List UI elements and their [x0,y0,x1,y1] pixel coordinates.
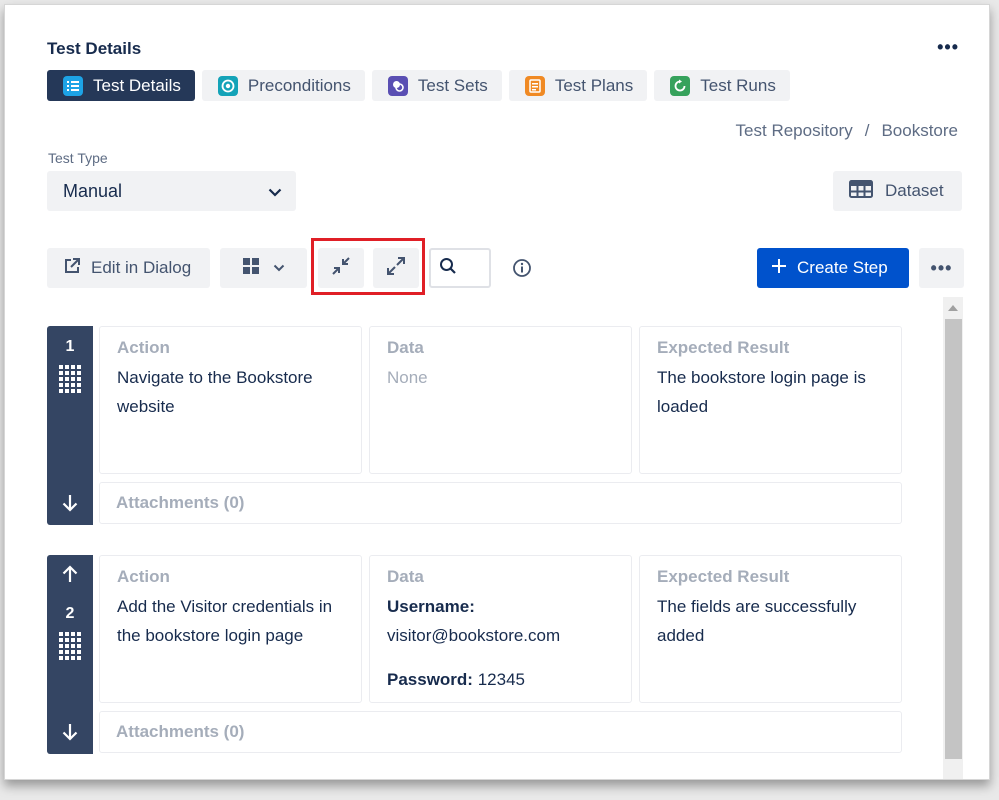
create-step-button[interactable]: Create Step [757,248,909,288]
data-cell[interactable]: Data Username: visitor@bookstore.com Pas… [369,555,632,703]
vertical-scrollbar[interactable] [943,297,963,779]
data-text: None [387,368,428,387]
breadcrumb-root[interactable]: Test Repository [736,121,853,141]
grid-view-icon [242,257,259,279]
username-label: Username: [387,597,475,616]
move-down-arrow-icon[interactable] [47,723,93,741]
expected-result-text: The bookstore login page is loaded [657,368,866,416]
attachments-section[interactable]: Attachments (0) [99,482,902,524]
expected-result-cell[interactable]: Expected Result The fields are successfu… [639,555,902,703]
step-number: 2 [65,605,75,622]
panel-more-icon[interactable]: ••• [937,37,959,58]
scroll-up-arrow-icon[interactable] [943,297,963,319]
data-cell[interactable]: Data None [369,326,632,474]
collapse-icon [331,256,351,281]
breadcrumb: Test Repository / Bookstore [736,121,958,141]
dataset-button[interactable]: Dataset [833,171,962,211]
username-value: visitor@bookstore.com [387,626,561,645]
edit-in-dialog-button[interactable]: Edit in Dialog [47,248,210,288]
test-runs-icon [670,75,691,96]
drag-handle-icon[interactable] [59,365,81,393]
expand-all-button[interactable] [373,248,419,288]
step-number: 1 [65,338,75,355]
scrollbar-thumb[interactable] [945,319,962,759]
drag-handle-icon[interactable] [59,632,81,660]
tab-test-details[interactable]: Test Details [47,70,195,101]
data-header: Data [387,567,424,586]
section-title: Test Details [47,39,142,58]
create-step-label: Create Step [797,258,888,277]
test-step-1: 1 Action Navigate to the Bookstore websi… [47,326,902,525]
expected-result-header: Expected Result [657,338,790,357]
step-rail: 2 [47,555,93,754]
password-label: Password: [387,670,473,689]
test-sets-icon [387,75,408,96]
list-icon [63,75,83,96]
password-value: 12345 [477,670,525,689]
collapse-all-button[interactable] [318,248,364,288]
search-input[interactable] [429,248,491,288]
tab-label: Test Runs [700,75,776,95]
view-mode-dropdown[interactable] [220,248,307,288]
expected-result-cell[interactable]: Expected Result The bookstore login page… [639,326,902,474]
tab-label: Test Details [93,75,181,95]
info-icon[interactable] [512,258,532,283]
action-cell[interactable]: Action Navigate to the Bookstore website [99,326,362,474]
action-text: Add the Visitor credentials in the books… [117,597,333,645]
more-options-button[interactable]: ••• [919,248,964,288]
edit-in-dialog-label: Edit in Dialog [91,258,192,277]
tab-test-runs[interactable]: Test Runs [654,70,790,101]
expected-result-text: The fields are successfully added [657,597,857,645]
test-plans-icon [524,75,545,96]
search-icon [439,257,457,280]
dataset-label: Dataset [885,181,944,200]
test-step-2: 2 Action Add the Visitor credentials in … [47,555,902,754]
test-type-value: Manual [63,180,123,201]
action-cell[interactable]: Action Add the Visitor credentials in th… [99,555,362,703]
tab-test-sets[interactable]: Test Sets [371,70,502,101]
test-type-label: Test Type [48,150,108,166]
tab-test-plans[interactable]: Test Plans [508,70,648,101]
external-link-icon [63,257,81,280]
tab-bar: Test Details Preconditions Test Sets Tes… [47,70,790,101]
breadcrumb-separator: / [864,121,870,140]
expand-icon [386,256,406,281]
tab-preconditions[interactable]: Preconditions [201,70,365,101]
chevron-down-icon [268,181,282,202]
expected-result-header: Expected Result [657,567,790,586]
test-details-panel: Test Details ••• Test Details Preconditi… [4,4,990,780]
plus-icon [771,258,787,279]
action-header: Action [117,338,170,357]
precondition-icon [217,75,238,96]
move-down-arrow-icon[interactable] [47,494,93,512]
step-rail: 1 [47,326,93,525]
tab-label: Test Plans [554,75,634,95]
attachments-section[interactable]: Attachments (0) [99,711,902,753]
action-text: Navigate to the Bookstore website [117,368,313,416]
breadcrumb-leaf[interactable]: Bookstore [881,121,958,141]
tab-label: Preconditions [247,75,351,95]
action-header: Action [117,567,170,586]
test-type-select[interactable]: Manual [47,171,296,211]
move-up-arrow-icon[interactable] [47,565,93,583]
table-icon [849,179,873,203]
chevron-down-icon [273,259,285,277]
tab-label: Test Sets [417,75,488,95]
data-header: Data [387,338,424,357]
